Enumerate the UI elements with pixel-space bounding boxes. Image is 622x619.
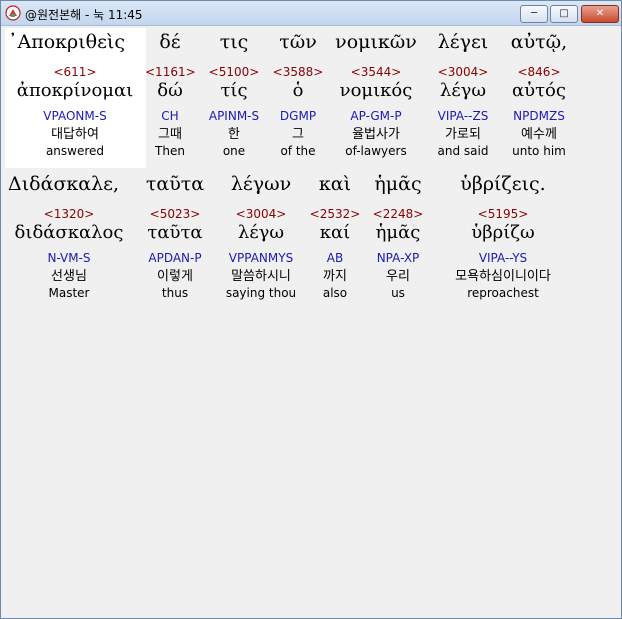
- lexical-form: νομικός: [339, 80, 413, 101]
- morphology-code: AB: [326, 251, 344, 265]
- korean-gloss: 선생님: [51, 269, 87, 284]
- greek-word[interactable]: αὐτῷ,: [501, 30, 577, 54]
- greek-word[interactable]: καὶ: [309, 172, 361, 196]
- word-column[interactable]: ὑβρίζεις. <5195> ὑβρίζω VIPA--YS 모욕하심이니이…: [437, 172, 569, 300]
- strong-number[interactable]: <3588>: [271, 65, 325, 79]
- close-button[interactable]: ✕: [581, 5, 619, 23]
- strong-number[interactable]: <1320>: [7, 207, 131, 221]
- strong-number[interactable]: <5195>: [437, 207, 569, 221]
- morphology-code: AP-GM-P: [350, 109, 402, 123]
- word-column[interactable]: καὶ <2532> καί AB 까지 also: [309, 172, 361, 300]
- english-gloss: Master: [48, 286, 90, 300]
- strong-number[interactable]: <3004>: [219, 207, 303, 221]
- word-column[interactable]: τις <5100> τίς APINM-S 한 one: [201, 30, 267, 158]
- strong-number[interactable]: <846>: [501, 65, 577, 79]
- english-gloss: of the: [280, 144, 316, 158]
- greek-word[interactable]: δέ: [145, 30, 195, 54]
- strong-number[interactable]: <5023>: [139, 207, 211, 221]
- lexical-form: ἀποκρίνομαι: [16, 80, 134, 101]
- morphology-code: VPAONM-S: [43, 109, 107, 123]
- greek-word[interactable]: λέγει: [429, 30, 497, 54]
- word-column[interactable]: δέ <1161> δώ CH 그때 Then: [145, 30, 196, 158]
- lexical-form: ὁ: [292, 80, 304, 101]
- lexical-form: ὑβρίζω: [471, 222, 535, 243]
- english-gloss: reproachest: [467, 286, 539, 300]
- greek-word[interactable]: νομικῶν: [329, 30, 423, 54]
- morphology-code: NPA-XP: [376, 251, 420, 265]
- lexical-form: ταῦτα: [147, 222, 203, 243]
- morphology-code: VPPANMYS: [228, 251, 294, 265]
- korean-gloss: 우리: [386, 269, 410, 284]
- korean-gloss: 그: [292, 127, 304, 142]
- minimize-button[interactable]: ─: [520, 5, 548, 23]
- english-gloss: us: [391, 286, 405, 300]
- korean-gloss: 모욕하심이니이다: [455, 269, 551, 284]
- korean-gloss: 예수께: [521, 127, 557, 142]
- greek-word[interactable]: ᾿Αποκριθεὶς: [7, 30, 143, 54]
- greek-word[interactable]: λέγων: [219, 172, 303, 196]
- morphology-code: NPDMZS: [513, 109, 565, 123]
- lexical-form: λέγω: [237, 222, 285, 243]
- greek-word[interactable]: τῶν: [271, 30, 325, 54]
- lexical-form: διδάσκαλος: [14, 222, 124, 243]
- strong-number[interactable]: <2532>: [309, 207, 361, 221]
- word-column[interactable]: λέγει <3004> λέγω VIPA--ZS 가로되 and said: [429, 30, 497, 158]
- greek-word[interactable]: Διδάσκαλε,: [7, 172, 131, 196]
- morphology-code: N-VM-S: [47, 251, 91, 265]
- korean-gloss: 대답하여: [51, 127, 99, 142]
- lexical-form: λέγω: [439, 80, 487, 101]
- strong-number[interactable]: <3004>: [429, 65, 497, 79]
- strong-number[interactable]: <1161>: [145, 65, 196, 79]
- strong-number[interactable]: <5100>: [201, 65, 267, 79]
- strong-number[interactable]: <2248>: [367, 207, 429, 221]
- morphology-code: APINM-S: [208, 109, 260, 123]
- english-gloss: of-lawyers: [345, 144, 407, 158]
- english-gloss: also: [322, 286, 348, 300]
- window-title: @원전본해 - 눅 11:45: [25, 8, 143, 22]
- strong-number[interactable]: <3544>: [329, 65, 423, 79]
- morphology-code: VIPA--YS: [478, 251, 528, 265]
- word-column[interactable]: αὐτῷ, <846> αὐτός NPDMZS 예수께 unto him: [501, 30, 577, 158]
- english-gloss: Then: [155, 144, 185, 158]
- greek-word[interactable]: ταῦτα: [139, 172, 211, 196]
- korean-gloss: 한: [228, 127, 240, 142]
- word-column[interactable]: ἡμᾶς <2248> ἡμᾶς NPA-XP 우리 us: [367, 172, 429, 300]
- lexical-form: αὐτός: [512, 80, 566, 101]
- lexical-form: καί: [319, 222, 351, 243]
- english-gloss: unto him: [512, 144, 566, 158]
- greek-word[interactable]: τις: [201, 30, 267, 54]
- korean-gloss: 그때: [158, 127, 182, 142]
- word-column[interactable]: τῶν <3588> ὁ DGMP 그 of the: [271, 30, 325, 158]
- greek-word[interactable]: ὑβρίζεις.: [437, 172, 569, 196]
- english-gloss: thus: [161, 286, 189, 300]
- app-icon: [5, 5, 21, 21]
- lexical-form: τίς: [220, 80, 248, 101]
- greek-word[interactable]: ἡμᾶς: [367, 172, 429, 196]
- maximize-button[interactable]: □: [550, 5, 578, 23]
- word-column[interactable]: ταῦτα <5023> ταῦτα APDAN-P 이렇게 thus: [139, 172, 211, 300]
- word-column[interactable]: λέγων <3004> λέγω VPPANMYS 말씀하시니 saying …: [219, 172, 303, 300]
- word-column[interactable]: Διδάσκαλε, <1320> διδάσκαλος N-VM-S 선생님 …: [7, 172, 131, 300]
- morphology-code: DGMP: [279, 109, 317, 123]
- strong-number[interactable]: <611>: [7, 65, 143, 79]
- korean-gloss: 이렇게: [157, 269, 193, 284]
- english-gloss: one: [222, 144, 246, 158]
- english-gloss: answered: [45, 144, 105, 158]
- korean-gloss: 말씀하시니: [231, 269, 291, 284]
- english-gloss: and said: [437, 144, 489, 158]
- word-column[interactable]: ᾿Αποκριθεὶς <611> ἀποκρίνομαι VPAONM-S 대…: [7, 30, 143, 158]
- lexical-form: δώ: [157, 80, 183, 101]
- korean-gloss: 까지: [323, 269, 347, 284]
- title-bar[interactable]: @원전본해 - 눅 11:45 ─ □ ✕: [1, 1, 621, 26]
- morphology-code: APDAN-P: [148, 251, 202, 265]
- morphology-code: VIPA--ZS: [437, 109, 489, 123]
- morphology-code: CH: [161, 109, 179, 123]
- korean-gloss: 가로되: [445, 127, 481, 142]
- english-gloss: saying thou: [225, 286, 297, 300]
- lexical-form: ἡμᾶς: [375, 222, 421, 243]
- interlinear-pane: ᾿Αποκριθεὶς <611> ἀποκρίνομαι VPAONM-S 대…: [5, 28, 617, 612]
- korean-gloss: 율법사가: [352, 127, 400, 142]
- word-column[interactable]: νομικῶν <3544> νομικός AP-GM-P 율법사가 of-l…: [329, 30, 423, 158]
- app-window: @원전본해 - 눅 11:45 ─ □ ✕ ᾿Αποκριθεὶς <611> …: [0, 0, 622, 619]
